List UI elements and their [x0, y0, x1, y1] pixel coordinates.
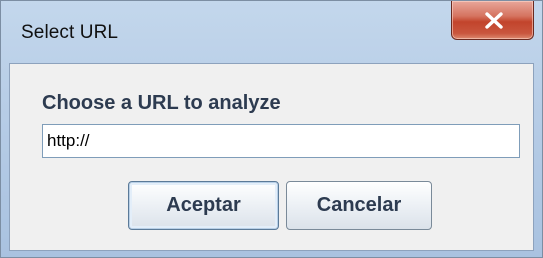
- url-input[interactable]: [42, 124, 520, 158]
- window-title: Select URL: [21, 22, 119, 43]
- dialog-content: Choose a URL to analyze Aceptar Cancelar: [9, 63, 534, 251]
- cancel-button[interactable]: Cancelar: [286, 181, 432, 230]
- close-button[interactable]: [451, 1, 534, 40]
- url-prompt-label: Choose a URL to analyze: [42, 92, 281, 114]
- close-icon: [485, 12, 503, 29]
- dialog-window: Select URL Choose a URL to analyze Acept…: [0, 0, 543, 258]
- accept-button[interactable]: Aceptar: [128, 181, 279, 230]
- title-bar[interactable]: Select URL: [1, 1, 543, 63]
